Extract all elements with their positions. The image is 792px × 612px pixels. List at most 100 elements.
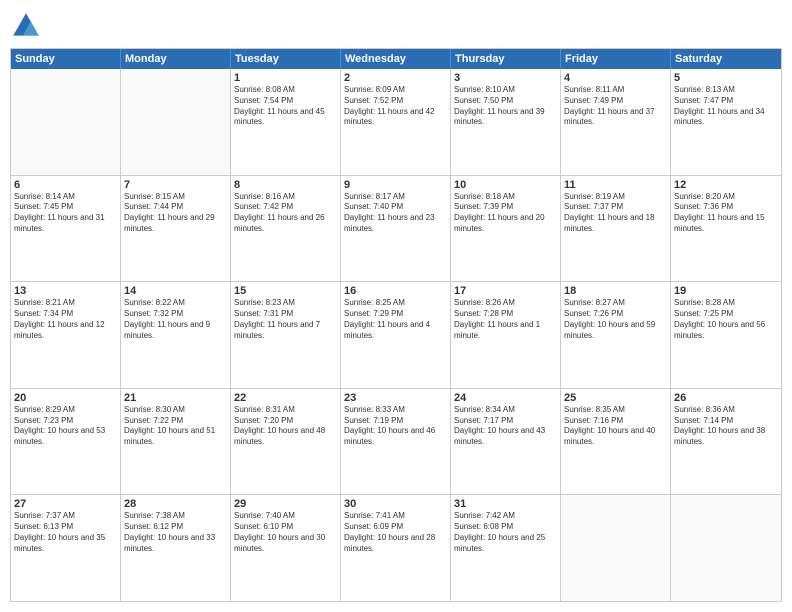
calendar-cell-2-0: 13Sunrise: 8:21 AMSunset: 7:34 PMDayligh… (11, 282, 121, 388)
day-number: 15 (234, 285, 337, 297)
cell-info: Sunrise: 8:10 AMSunset: 7:50 PMDaylight:… (454, 85, 557, 128)
cell-info: Sunrise: 8:34 AMSunset: 7:17 PMDaylight:… (454, 405, 557, 448)
day-number: 23 (344, 392, 447, 404)
calendar-cell-3-0: 20Sunrise: 8:29 AMSunset: 7:23 PMDayligh… (11, 389, 121, 495)
day-number: 7 (124, 179, 227, 191)
header-day-monday: Monday (121, 49, 231, 69)
cell-info: Sunrise: 8:28 AMSunset: 7:25 PMDaylight:… (674, 298, 778, 341)
day-number: 31 (454, 498, 557, 510)
cell-info: Sunrise: 8:22 AMSunset: 7:32 PMDaylight:… (124, 298, 227, 341)
calendar-cell-3-2: 22Sunrise: 8:31 AMSunset: 7:20 PMDayligh… (231, 389, 341, 495)
day-number: 1 (234, 72, 337, 84)
header-day-sunday: Sunday (11, 49, 121, 69)
calendar-cell-3-6: 26Sunrise: 8:36 AMSunset: 7:14 PMDayligh… (671, 389, 781, 495)
day-number: 16 (344, 285, 447, 297)
header-day-tuesday: Tuesday (231, 49, 341, 69)
day-number: 8 (234, 179, 337, 191)
cell-info: Sunrise: 8:18 AMSunset: 7:39 PMDaylight:… (454, 192, 557, 235)
calendar-row-3: 20Sunrise: 8:29 AMSunset: 7:23 PMDayligh… (11, 388, 781, 495)
calendar-cell-3-4: 24Sunrise: 8:34 AMSunset: 7:17 PMDayligh… (451, 389, 561, 495)
calendar-cell-3-3: 23Sunrise: 8:33 AMSunset: 7:19 PMDayligh… (341, 389, 451, 495)
day-number: 20 (14, 392, 117, 404)
day-number: 24 (454, 392, 557, 404)
calendar-cell-3-5: 25Sunrise: 8:35 AMSunset: 7:16 PMDayligh… (561, 389, 671, 495)
calendar-cell-1-2: 8Sunrise: 8:16 AMSunset: 7:42 PMDaylight… (231, 176, 341, 282)
calendar-row-4: 27Sunrise: 7:37 AMSunset: 6:13 PMDayligh… (11, 494, 781, 601)
cell-info: Sunrise: 8:35 AMSunset: 7:16 PMDaylight:… (564, 405, 667, 448)
calendar-row-1: 6Sunrise: 8:14 AMSunset: 7:45 PMDaylight… (11, 175, 781, 282)
header-day-thursday: Thursday (451, 49, 561, 69)
header-day-wednesday: Wednesday (341, 49, 451, 69)
calendar-cell-4-5 (561, 495, 671, 601)
day-number: 17 (454, 285, 557, 297)
calendar-cell-0-6: 5Sunrise: 8:13 AMSunset: 7:47 PMDaylight… (671, 69, 781, 175)
day-number: 27 (14, 498, 117, 510)
cell-info: Sunrise: 7:38 AMSunset: 6:12 PMDaylight:… (124, 511, 227, 554)
cell-info: Sunrise: 7:37 AMSunset: 6:13 PMDaylight:… (14, 511, 117, 554)
calendar-body: 1Sunrise: 8:08 AMSunset: 7:54 PMDaylight… (11, 69, 781, 601)
calendar-cell-4-3: 30Sunrise: 7:41 AMSunset: 6:09 PMDayligh… (341, 495, 451, 601)
day-number: 21 (124, 392, 227, 404)
cell-info: Sunrise: 8:09 AMSunset: 7:52 PMDaylight:… (344, 85, 447, 128)
day-number: 10 (454, 179, 557, 191)
calendar-cell-2-3: 16Sunrise: 8:25 AMSunset: 7:29 PMDayligh… (341, 282, 451, 388)
calendar-row-0: 1Sunrise: 8:08 AMSunset: 7:54 PMDaylight… (11, 69, 781, 175)
calendar-cell-4-1: 28Sunrise: 7:38 AMSunset: 6:12 PMDayligh… (121, 495, 231, 601)
day-number: 4 (564, 72, 667, 84)
calendar-cell-0-5: 4Sunrise: 8:11 AMSunset: 7:49 PMDaylight… (561, 69, 671, 175)
calendar-cell-4-4: 31Sunrise: 7:42 AMSunset: 6:08 PMDayligh… (451, 495, 561, 601)
day-number: 3 (454, 72, 557, 84)
cell-info: Sunrise: 8:25 AMSunset: 7:29 PMDaylight:… (344, 298, 447, 341)
calendar: SundayMondayTuesdayWednesdayThursdayFrid… (10, 48, 782, 602)
calendar-cell-1-5: 11Sunrise: 8:19 AMSunset: 7:37 PMDayligh… (561, 176, 671, 282)
cell-info: Sunrise: 8:19 AMSunset: 7:37 PMDaylight:… (564, 192, 667, 235)
day-number: 5 (674, 72, 778, 84)
calendar-cell-0-3: 2Sunrise: 8:09 AMSunset: 7:52 PMDaylight… (341, 69, 451, 175)
calendar-cell-2-2: 15Sunrise: 8:23 AMSunset: 7:31 PMDayligh… (231, 282, 341, 388)
cell-info: Sunrise: 8:33 AMSunset: 7:19 PMDaylight:… (344, 405, 447, 448)
day-number: 2 (344, 72, 447, 84)
calendar-header: SundayMondayTuesdayWednesdayThursdayFrid… (11, 49, 781, 69)
cell-info: Sunrise: 7:40 AMSunset: 6:10 PMDaylight:… (234, 511, 337, 554)
day-number: 26 (674, 392, 778, 404)
cell-info: Sunrise: 8:11 AMSunset: 7:49 PMDaylight:… (564, 85, 667, 128)
cell-info: Sunrise: 8:17 AMSunset: 7:40 PMDaylight:… (344, 192, 447, 235)
calendar-cell-1-0: 6Sunrise: 8:14 AMSunset: 7:45 PMDaylight… (11, 176, 121, 282)
cell-info: Sunrise: 8:16 AMSunset: 7:42 PMDaylight:… (234, 192, 337, 235)
header (10, 10, 782, 42)
day-number: 29 (234, 498, 337, 510)
cell-info: Sunrise: 8:26 AMSunset: 7:28 PMDaylight:… (454, 298, 557, 341)
calendar-cell-0-2: 1Sunrise: 8:08 AMSunset: 7:54 PMDaylight… (231, 69, 341, 175)
calendar-cell-1-1: 7Sunrise: 8:15 AMSunset: 7:44 PMDaylight… (121, 176, 231, 282)
cell-info: Sunrise: 8:08 AMSunset: 7:54 PMDaylight:… (234, 85, 337, 128)
calendar-cell-1-3: 9Sunrise: 8:17 AMSunset: 7:40 PMDaylight… (341, 176, 451, 282)
calendar-row-2: 13Sunrise: 8:21 AMSunset: 7:34 PMDayligh… (11, 281, 781, 388)
calendar-cell-2-1: 14Sunrise: 8:22 AMSunset: 7:32 PMDayligh… (121, 282, 231, 388)
day-number: 13 (14, 285, 117, 297)
calendar-cell-0-0 (11, 69, 121, 175)
day-number: 11 (564, 179, 667, 191)
cell-info: Sunrise: 8:31 AMSunset: 7:20 PMDaylight:… (234, 405, 337, 448)
cell-info: Sunrise: 8:21 AMSunset: 7:34 PMDaylight:… (14, 298, 117, 341)
cell-info: Sunrise: 8:14 AMSunset: 7:45 PMDaylight:… (14, 192, 117, 235)
cell-info: Sunrise: 8:15 AMSunset: 7:44 PMDaylight:… (124, 192, 227, 235)
calendar-cell-3-1: 21Sunrise: 8:30 AMSunset: 7:22 PMDayligh… (121, 389, 231, 495)
calendar-cell-4-0: 27Sunrise: 7:37 AMSunset: 6:13 PMDayligh… (11, 495, 121, 601)
header-day-saturday: Saturday (671, 49, 781, 69)
calendar-cell-2-5: 18Sunrise: 8:27 AMSunset: 7:26 PMDayligh… (561, 282, 671, 388)
day-number: 14 (124, 285, 227, 297)
day-number: 12 (674, 179, 778, 191)
day-number: 6 (14, 179, 117, 191)
page: SundayMondayTuesdayWednesdayThursdayFrid… (0, 0, 792, 612)
day-number: 22 (234, 392, 337, 404)
header-day-friday: Friday (561, 49, 671, 69)
cell-info: Sunrise: 7:41 AMSunset: 6:09 PMDaylight:… (344, 511, 447, 554)
day-number: 25 (564, 392, 667, 404)
calendar-cell-4-6 (671, 495, 781, 601)
day-number: 30 (344, 498, 447, 510)
calendar-cell-1-4: 10Sunrise: 8:18 AMSunset: 7:39 PMDayligh… (451, 176, 561, 282)
cell-info: Sunrise: 7:42 AMSunset: 6:08 PMDaylight:… (454, 511, 557, 554)
cell-info: Sunrise: 8:13 AMSunset: 7:47 PMDaylight:… (674, 85, 778, 128)
cell-info: Sunrise: 8:29 AMSunset: 7:23 PMDaylight:… (14, 405, 117, 448)
logo (10, 10, 46, 42)
